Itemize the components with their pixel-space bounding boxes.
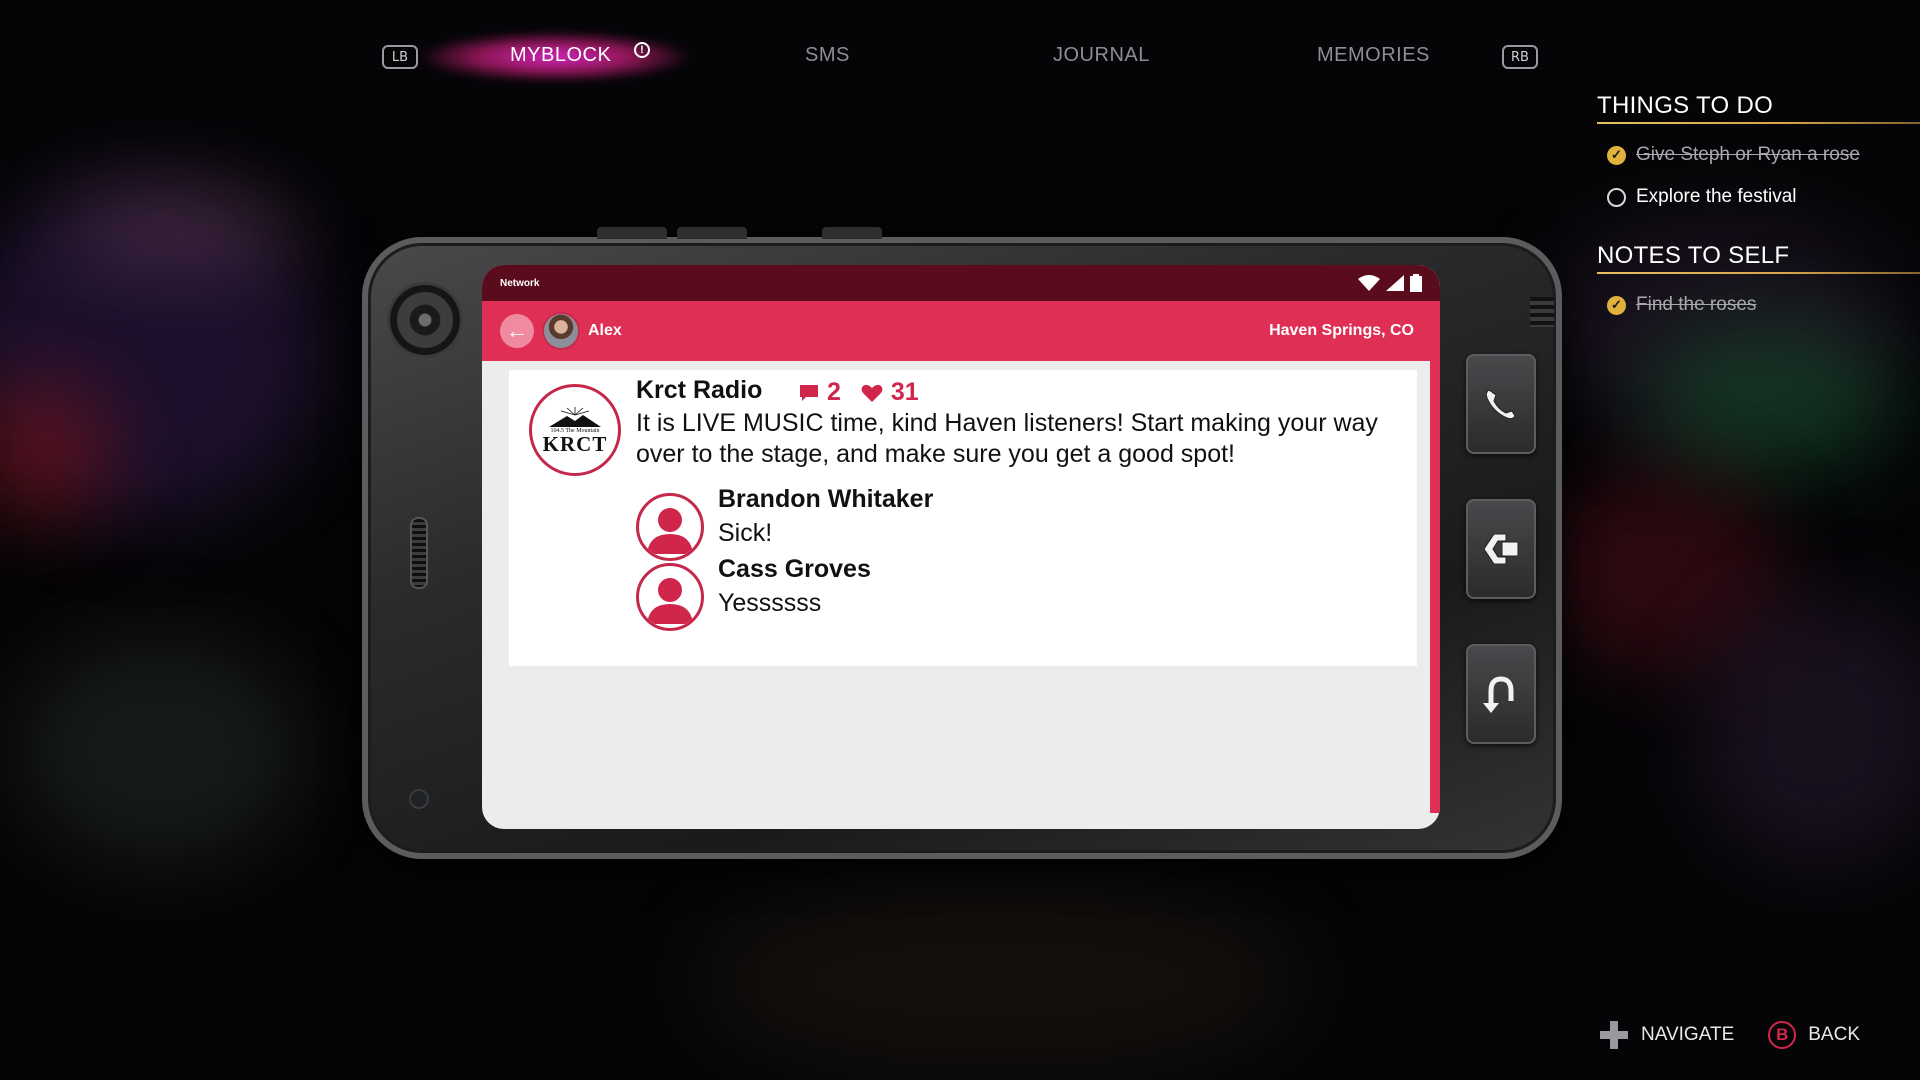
- post-card[interactable]: 104.5 The Mountain KRCT Krct Radio 2 31 …: [509, 370, 1417, 666]
- location-label: Haven Springs, CO: [1269, 322, 1414, 339]
- network-label: Network: [500, 277, 540, 289]
- phone-speaker: [410, 517, 428, 589]
- b-button-icon: B: [1768, 1021, 1797, 1049]
- checkmark-icon: ✓: [1607, 295, 1626, 315]
- camera-switch-icon: [1483, 533, 1519, 565]
- heart-icon[interactable]: [861, 383, 883, 403]
- section-divider: [1597, 122, 1920, 124]
- navigate-label[interactable]: NAVIGATE: [1641, 1024, 1734, 1046]
- back-arrow-button[interactable]: ←: [500, 314, 534, 348]
- like-count: 31: [890, 378, 919, 406]
- status-bar: Network: [482, 265, 1440, 301]
- commenter-name: Brandon Whitaker: [718, 485, 934, 513]
- post-stats: 2 31: [799, 378, 919, 407]
- wifi-icon: [1358, 275, 1380, 291]
- task-text: Give Steph or Ryan a rose: [1636, 144, 1860, 165]
- alert-icon: !: [634, 42, 650, 58]
- commenter-avatar-icon: [636, 493, 704, 561]
- tab-sms[interactable]: SMS: [805, 44, 850, 67]
- battery-icon: [1410, 274, 1422, 292]
- phone-sensor: [409, 789, 429, 809]
- tab-memories[interactable]: MEMORIES: [1317, 44, 1430, 67]
- user-avatar: [542, 312, 580, 350]
- notes-to-self-title: NOTES TO SELF: [1597, 242, 1790, 269]
- phone-camera-icon: [390, 285, 460, 355]
- undo-icon: [1483, 676, 1514, 713]
- feed-scrollbar[interactable]: [1430, 361, 1440, 813]
- phone-call-button[interactable]: [1466, 354, 1536, 454]
- objectives-panel: THINGS TO DO ✓ Give Steph or Ryan a rose…: [1597, 92, 1920, 332]
- top-navigation: LB MYBLOCK ! SMS JOURNAL MEMORIES RB: [370, 32, 1550, 82]
- post-author: Krct Radio: [636, 376, 763, 404]
- user-name: Alex: [588, 322, 622, 339]
- tab-myblock[interactable]: MYBLOCK: [510, 44, 611, 67]
- right-bumper-button[interactable]: RB: [1502, 45, 1538, 69]
- task-item: Explore the festival: [1607, 182, 1920, 212]
- phone-button-top: [597, 227, 667, 239]
- checkmark-icon: ✓: [1607, 145, 1626, 165]
- note-item: ✓ Find the roses: [1607, 290, 1920, 320]
- note-text: Find the roses: [1636, 294, 1757, 315]
- phone-screen: Network ← Alex Haven Springs, CO 104.5 T…: [482, 265, 1440, 829]
- phone-button-top: [677, 227, 747, 239]
- comment-text: Sick!: [718, 519, 773, 547]
- comment-icon[interactable]: [799, 383, 819, 403]
- logo-wordmark: KRCT: [542, 431, 608, 456]
- post-body: It is LIVE MUSIC time, kind Haven listen…: [636, 409, 1378, 468]
- camera-switch-button[interactable]: [1466, 499, 1536, 599]
- back-arrow-icon: ←: [506, 318, 528, 343]
- phone-button-top: [822, 227, 882, 239]
- task-item: ✓ Give Steph or Ryan a rose: [1607, 140, 1920, 170]
- signal-icon: [1386, 275, 1404, 291]
- radio-logo-avatar: 104.5 The Mountain KRCT: [529, 384, 621, 476]
- section-divider: [1597, 272, 1920, 274]
- phone-icon: [1485, 389, 1516, 420]
- button-prompts: NAVIGATE B BACK: [1599, 1020, 1860, 1050]
- left-bumper-button[interactable]: LB: [382, 45, 418, 69]
- dpad-icon: [1599, 1021, 1628, 1049]
- comment-count: 2: [827, 378, 841, 406]
- comment-text: Yessssss: [718, 589, 822, 617]
- commenter-name: Cass Groves: [718, 555, 871, 583]
- mountain-logo-icon: [549, 406, 601, 427]
- task-text: Explore the festival: [1636, 186, 1797, 207]
- phone-device: Network ← Alex Haven Springs, CO 104.5 T…: [362, 227, 1562, 859]
- phone-grille: [1530, 297, 1554, 327]
- back-label[interactable]: BACK: [1808, 1024, 1860, 1046]
- commenter-avatar-icon: [636, 563, 704, 631]
- empty-circle-icon: [1607, 187, 1626, 207]
- undo-button[interactable]: [1466, 644, 1536, 744]
- things-to-do-title: THINGS TO DO: [1597, 92, 1774, 119]
- tab-journal[interactable]: JOURNAL: [1053, 44, 1150, 67]
- app-bar: ← Alex Haven Springs, CO: [482, 301, 1440, 361]
